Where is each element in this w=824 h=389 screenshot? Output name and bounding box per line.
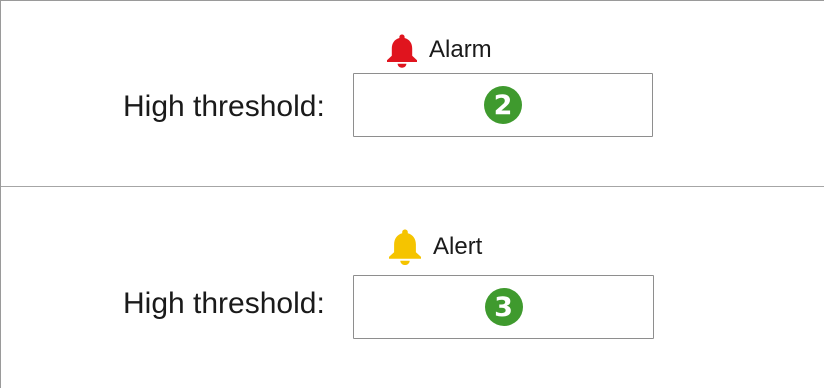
threshold-settings-panel: Alarm High threshold: 2 Alert High thres… <box>0 0 824 388</box>
alert-heading-label: Alert <box>433 233 483 260</box>
alarm-heading-label: Alarm <box>429 36 492 63</box>
bell-icon <box>385 227 425 267</box>
alert-high-threshold-input[interactable]: 3 <box>353 275 654 339</box>
step-badge: 3 <box>484 288 523 326</box>
alarm-high-threshold-label: High threshold: <box>123 90 325 123</box>
alarm-section: Alarm High threshold: 2 <box>1 1 824 187</box>
alert-high-threshold-label: High threshold: <box>123 287 325 320</box>
alarm-high-threshold-input[interactable]: 2 <box>353 73 653 137</box>
alert-heading: Alert <box>385 227 482 267</box>
step-badge: 2 <box>484 86 522 124</box>
alarm-heading: Alarm <box>383 32 492 68</box>
section-divider <box>1 186 824 187</box>
bell-icon <box>383 32 421 68</box>
alert-section: Alert High threshold: 3 <box>1 188 824 389</box>
